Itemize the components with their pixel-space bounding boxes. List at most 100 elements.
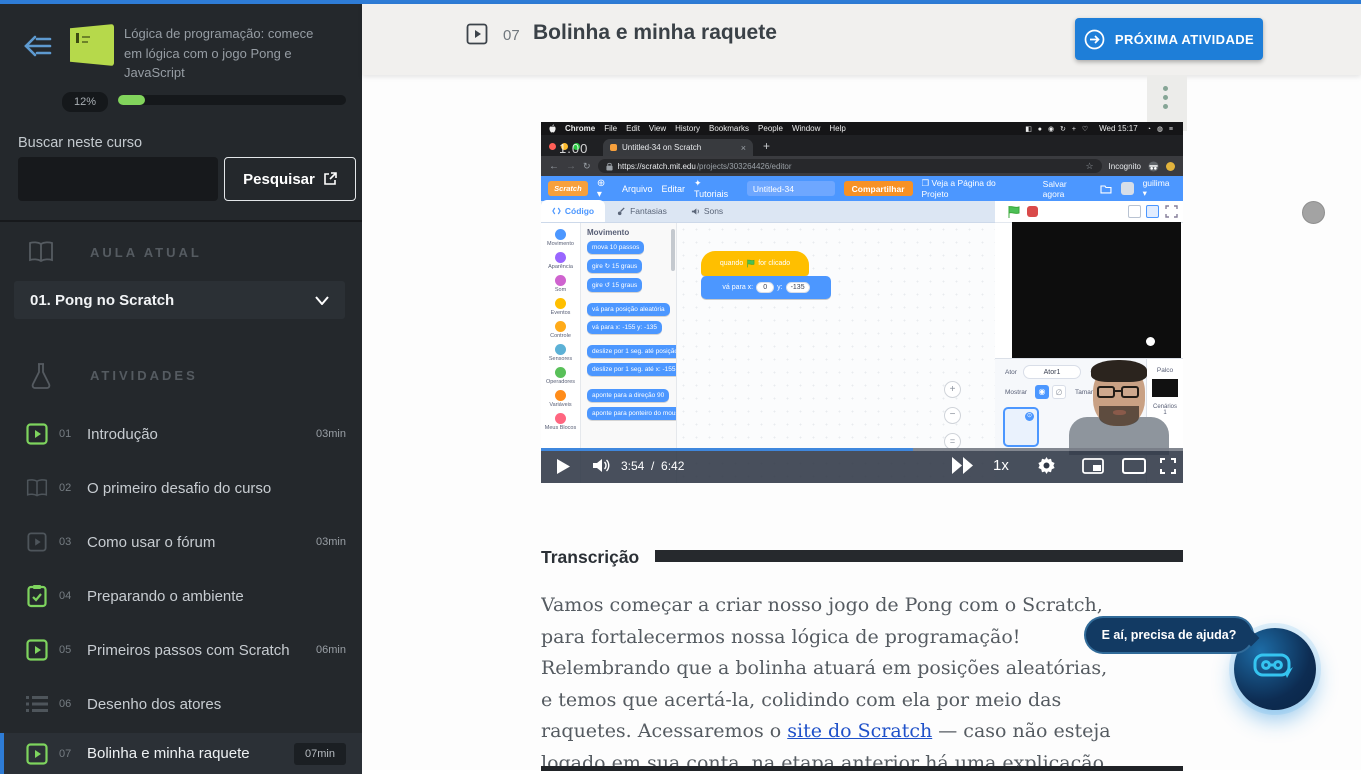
incognito-icon <box>1148 161 1159 172</box>
category-sensores: Sensores <box>541 344 580 362</box>
omnibox: https://scratch.mit.edu /projects/303264… <box>598 159 1102 173</box>
lesson-dropdown[interactable]: 01. Pong no Scratch <box>14 281 345 319</box>
browser-tab: Untitled-34 on Scratch × <box>603 139 753 156</box>
seek-bar[interactable] <box>541 448 1183 451</box>
scratch-block: vá para x: -155 y: -135 <box>587 321 662 334</box>
playback-overlay: 1.00 <box>559 141 588 156</box>
back-arrow-icon <box>23 33 53 59</box>
code-icon <box>552 207 561 215</box>
activity-item-06[interactable]: 06 Desenho dos atores <box>0 684 362 724</box>
menubar-clock: Wed 15:17 <box>1099 124 1138 133</box>
glasses-bridge <box>1115 390 1121 392</box>
palette-scrollbar[interactable] <box>671 229 675 271</box>
scratch-editor-tabs: Código Fantasias Sons <box>541 201 995 223</box>
zoom-in-control: + <box>944 381 961 398</box>
seek-bar-fill <box>541 448 913 451</box>
url-domain: https://scratch.mit.edu <box>618 162 696 171</box>
transcript-paragraph: Vamos começar a criar nosso jogo de Pong… <box>541 590 1121 770</box>
activity-item-07-active[interactable]: 07 Bolinha e minha raquete 07min <box>0 733 362 774</box>
scratch-site-link[interactable]: site do Scratch <box>787 720 932 742</box>
scratch-block: vá para posição aleatória <box>587 303 670 316</box>
theater-mode-button[interactable] <box>1122 458 1146 474</box>
mouse-cursor-dot <box>1302 201 1325 224</box>
progress-bar-fill <box>118 95 145 105</box>
chrome-tabbar: 1.00 Untitled-34 on Scratch × + <box>541 135 1183 156</box>
category-meus-blocos: Meus Blocos <box>541 413 580 431</box>
small-stage-icon <box>1128 205 1141 218</box>
code-canvas: quando for clicado vá para x: 0 y: -135 … <box>677 223 995 483</box>
zoom-out-control: − <box>944 407 961 424</box>
category-movimento: Movimento <box>541 229 580 247</box>
scratch-menu-tutoriais: ✦ Tutoriais <box>694 178 738 199</box>
apple-icon <box>549 124 556 133</box>
macos-menubar: Chrome File Edit View History Bookmarks … <box>541 122 1183 135</box>
list-icon <box>26 693 48 715</box>
tab-fantasias: Fantasias <box>605 200 679 222</box>
instructor-webcam <box>1055 360 1183 455</box>
activity-item-05[interactable]: 05 Primeiros passos com Scratch 06min <box>0 630 362 670</box>
pong-ball <box>1146 337 1155 346</box>
block-categories: Movimento Aparência Som Eventos Controle… <box>541 223 581 483</box>
normal-stage-icon <box>1146 205 1159 218</box>
glasses-left-lens <box>1097 386 1115 398</box>
project-page-link: ❐ Veja a Página do Projeto <box>922 178 1025 199</box>
miniplayer-button[interactable] <box>1082 458 1104 474</box>
category-aparencia: Aparência <box>541 252 580 270</box>
stage-toolbar <box>995 201 1183 223</box>
category-controle: Controle <box>541 321 580 339</box>
sprite-thumbnail: ⊙ <box>1003 407 1039 447</box>
activity-item-03[interactable]: 03 Como usar o fórum 03min <box>0 522 362 562</box>
activity-item-04[interactable]: 04 Preparando o ambiente <box>0 576 362 616</box>
volume-button[interactable] <box>593 458 610 473</box>
category-variaveis: Variáveis <box>541 390 580 408</box>
activity-item-01[interactable]: 01 Introdução 03min <box>0 414 362 454</box>
scratch-menu-editar: Editar <box>661 184 685 194</box>
flask-icon <box>30 362 52 395</box>
speaker-icon <box>691 207 700 216</box>
main-content: 07 Bolinha e minha raquete PRÓXIMA ATIVI… <box>362 4 1361 770</box>
next-activity-button[interactable]: PRÓXIMA ATIVIDADE <box>1075 18 1263 60</box>
next-section-bar <box>541 766 1183 771</box>
search-button-label: Pesquisar <box>243 171 315 188</box>
stage-area <box>1012 222 1181 358</box>
palette-header: Movimento <box>587 228 676 237</box>
project-name-input: Untitled-34 <box>747 181 835 196</box>
skip-forward-button[interactable] <box>951 457 975 474</box>
show-sprite-toggle: ◉ <box>1035 385 1049 399</box>
block-go-to-xy: vá para x: 0 y: -135 <box>701 276 831 299</box>
search-input[interactable] <box>18 157 218 201</box>
video-player[interactable]: Chrome File Edit View History Bookmarks … <box>541 122 1183 483</box>
help-bubble[interactable]: E aí, precisa de ajuda? <box>1084 616 1254 654</box>
menubar-status-icons: ◧ ● ◉ ↻ + ♡ <box>1025 125 1090 133</box>
instructor-mouth <box>1113 410 1126 415</box>
username: guilima ▾ <box>1143 178 1176 199</box>
kebab-menu-icon <box>1163 86 1168 109</box>
search-label: Buscar neste curso <box>18 135 142 151</box>
chatbot-icon <box>1253 651 1297 687</box>
settings-gear-button[interactable] <box>1038 457 1055 474</box>
playback-speed-button[interactable]: 1x <box>993 457 1009 474</box>
activity-item-02[interactable]: 02 O primeiro desafio do curso <box>0 468 362 508</box>
glasses-right-lens <box>1121 386 1139 398</box>
sidebar-divider <box>0 220 362 222</box>
clipboard-check-icon <box>26 585 48 607</box>
video-play-icon <box>26 743 48 765</box>
green-flag-icon <box>746 259 755 268</box>
fullscreen-button[interactable] <box>1160 458 1176 474</box>
menubar-app: Chrome <box>565 124 595 133</box>
category-eventos: Eventos <box>541 298 580 316</box>
collapse-sidebar-button[interactable] <box>16 26 60 66</box>
instructor-beard <box>1099 406 1139 426</box>
search-button[interactable]: Pesquisar <box>224 157 356 201</box>
menubar-right-icons: ◔ ◍ ≡ <box>1147 125 1175 133</box>
reload-icon: ↻ <box>583 161 591 172</box>
course-title: Lógica de programação: comece em lógica … <box>124 24 320 83</box>
chevron-down-icon <box>315 296 329 305</box>
hat-block-when-flag-clicked: quando for clicado <box>701 251 809 276</box>
arrow-right-circle-icon <box>1084 29 1105 50</box>
scratch-topbar: Scratch ⊕ ▾ Arquivo Editar ✦ Tutoriais U… <box>541 176 1183 201</box>
play-button[interactable] <box>557 459 570 474</box>
video-play-icon <box>26 423 48 445</box>
transcript-heading: Transcrição <box>541 547 639 568</box>
activity-type-icon <box>466 23 488 50</box>
